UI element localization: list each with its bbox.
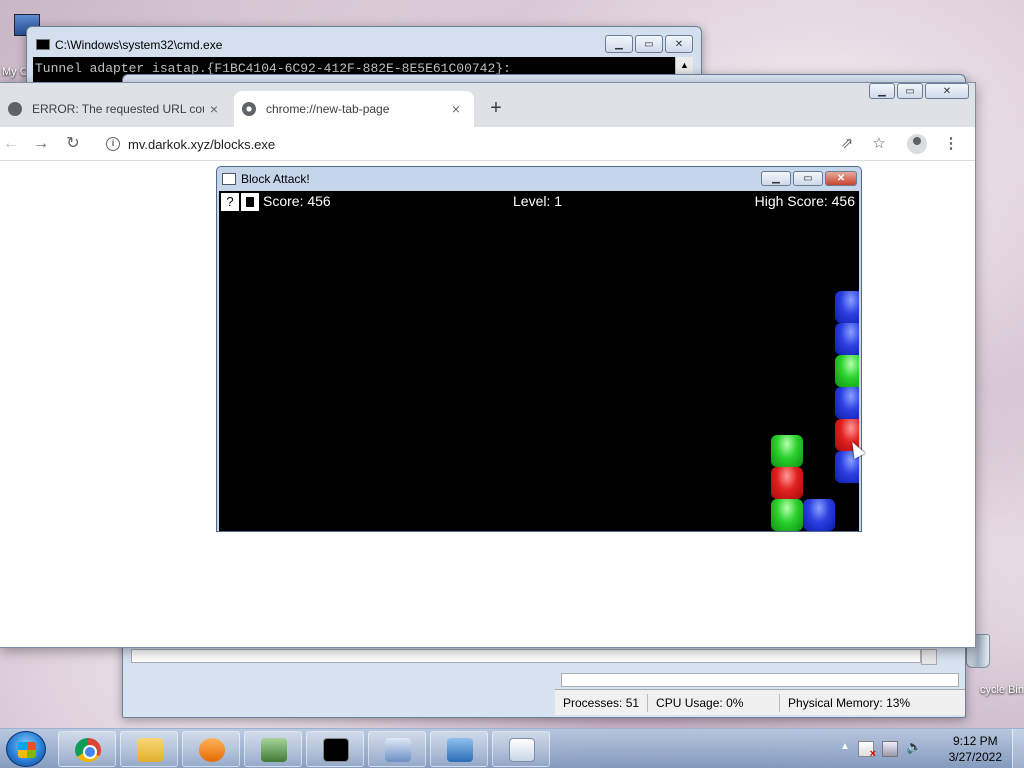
close-tab-icon[interactable]: × xyxy=(204,101,224,117)
close-tab-icon[interactable]: × xyxy=(446,101,466,117)
game-playfield[interactable]: ? Score: 456 Level: 1 High Score: 456 xyxy=(219,191,859,531)
close-button[interactable]: ✕ xyxy=(665,35,693,53)
cpu-usage: CPU Usage: 0% xyxy=(648,693,781,712)
cmd-icon xyxy=(323,738,349,762)
taskbar-chrome[interactable] xyxy=(58,731,116,767)
processes-count: Processes: 51 xyxy=(555,693,649,712)
my-computer-label: My C xyxy=(2,66,28,78)
tab-strip: ERROR: The requested URL could × chrome:… xyxy=(0,83,975,127)
physical-memory: Physical Memory: 13% xyxy=(788,695,911,710)
game-block[interactable] xyxy=(835,387,859,419)
taskmgr-panel-edge xyxy=(561,673,959,687)
chrome-menu-button[interactable]: ⋮ xyxy=(940,133,962,155)
back-button[interactable]: ← xyxy=(0,133,22,155)
game-block[interactable] xyxy=(835,291,859,323)
close-button[interactable]: ✕ xyxy=(925,83,969,99)
clock[interactable]: 9:12 PM 3/27/2022 xyxy=(949,733,1002,765)
cmd-icon xyxy=(36,39,50,50)
chrome-icon xyxy=(242,102,256,116)
game-block[interactable] xyxy=(835,323,859,355)
close-button[interactable]: ✕ xyxy=(825,171,857,186)
game-title: Block Attack! xyxy=(241,172,310,186)
tab-new-tab-page[interactable]: chrome://new-tab-page × xyxy=(234,91,474,127)
help-button[interactable]: ? xyxy=(221,193,239,211)
game-block[interactable] xyxy=(835,355,859,387)
action-center-icon[interactable] xyxy=(858,741,876,760)
volume-icon[interactable]: 🔈 xyxy=(906,739,922,755)
maximize-button[interactable]: ▭ xyxy=(897,83,923,99)
chrome-caption-buttons: ▁ ▭ ✕ xyxy=(867,83,969,99)
avatar-icon xyxy=(907,134,927,154)
chrome-icon xyxy=(75,738,101,762)
taskmgr-status-bar: Processes: 51 CPU Usage: 0% Physical Mem… xyxy=(555,689,965,715)
game-block[interactable] xyxy=(771,499,803,531)
forward-button[interactable]: → xyxy=(30,133,52,155)
clock-date: 3/27/2022 xyxy=(948,750,1002,764)
maximize-button[interactable]: ▭ xyxy=(635,35,663,53)
info-icon[interactable]: i xyxy=(106,137,120,151)
system-tray: ▲ 🔈 9:12 PM 3/27/2022 xyxy=(834,729,1024,768)
url-text: mv.darkok.xyz/blocks.exe xyxy=(128,136,276,152)
taskbar-explorer[interactable] xyxy=(120,731,178,767)
show-desktop-button[interactable] xyxy=(1012,729,1024,768)
minimize-button[interactable]: ▁ xyxy=(605,35,633,53)
globe-icon xyxy=(8,102,22,116)
level-display: Level: 1 xyxy=(513,193,563,209)
show-hidden-icons-icon[interactable]: ▲ xyxy=(840,741,850,752)
folder-icon xyxy=(137,738,163,762)
tab-label: chrome://new-tab-page xyxy=(266,102,390,116)
recycle-bin-label: cycle Bin xyxy=(979,684,1024,696)
taskbar-control-panel[interactable] xyxy=(430,731,488,767)
game-block[interactable] xyxy=(771,467,803,499)
taskbar-cmd[interactable] xyxy=(306,731,364,767)
taskmgr-list-edge xyxy=(131,649,921,663)
profile-button[interactable] xyxy=(906,133,928,155)
maximize-button[interactable]: ▭ xyxy=(793,171,823,186)
taskbar-remote-desktop[interactable] xyxy=(368,731,426,767)
taskmgr-scrollbar[interactable] xyxy=(921,649,937,665)
minimize-button[interactable]: ▁ xyxy=(761,171,791,186)
media-player-icon xyxy=(199,738,225,762)
block-attack-window[interactable]: Block Attack! ▁ ▭ ✕ ? Score: 456 Level: … xyxy=(216,166,862,532)
document-icon xyxy=(509,738,535,762)
cmd-title: C:\Windows\system32\cmd.exe xyxy=(55,38,223,52)
score-display: Score: 456 xyxy=(263,193,331,209)
network-icon[interactable] xyxy=(882,741,898,757)
taskbar-task-manager[interactable] xyxy=(244,731,302,767)
share-button[interactable]: ⇗ xyxy=(836,133,858,155)
taskbar-document[interactable] xyxy=(492,731,550,767)
cmd-caption-buttons: ▁ ▭ ✕ xyxy=(603,35,693,53)
taskbar: ▲ 🔈 9:12 PM 3/27/2022 xyxy=(0,728,1024,768)
control-panel-icon xyxy=(447,738,473,762)
windows-logo-icon xyxy=(18,742,36,758)
task-manager-icon xyxy=(261,738,287,762)
new-tab-button[interactable]: + xyxy=(484,97,508,120)
high-score-display: High Score: 456 xyxy=(754,193,855,209)
reload-button[interactable]: ↻ xyxy=(62,133,84,155)
browser-toolbar: ← → ↻ i mv.darkok.xyz/blocks.exe ⇗ ☆ ⋮ xyxy=(0,127,975,161)
minimize-button[interactable]: ▁ xyxy=(869,83,895,99)
game-block[interactable] xyxy=(771,435,803,467)
tab-error[interactable]: ERROR: The requested URL could × xyxy=(0,91,232,127)
address-bar[interactable]: i mv.darkok.xyz/blocks.exe xyxy=(96,131,862,157)
stop-button[interactable] xyxy=(241,193,259,211)
clock-time: 9:12 PM xyxy=(952,734,998,748)
taskbar-media-player[interactable] xyxy=(182,731,240,767)
game-caption-buttons: ▁ ▭ ✕ xyxy=(759,171,857,186)
bookmark-star-button[interactable]: ☆ xyxy=(868,133,890,155)
start-button[interactable] xyxy=(6,731,46,767)
remote-desktop-icon xyxy=(385,738,411,762)
tab-label: ERROR: The requested URL could xyxy=(32,102,204,116)
game-block[interactable] xyxy=(803,499,835,531)
app-icon xyxy=(222,173,236,185)
